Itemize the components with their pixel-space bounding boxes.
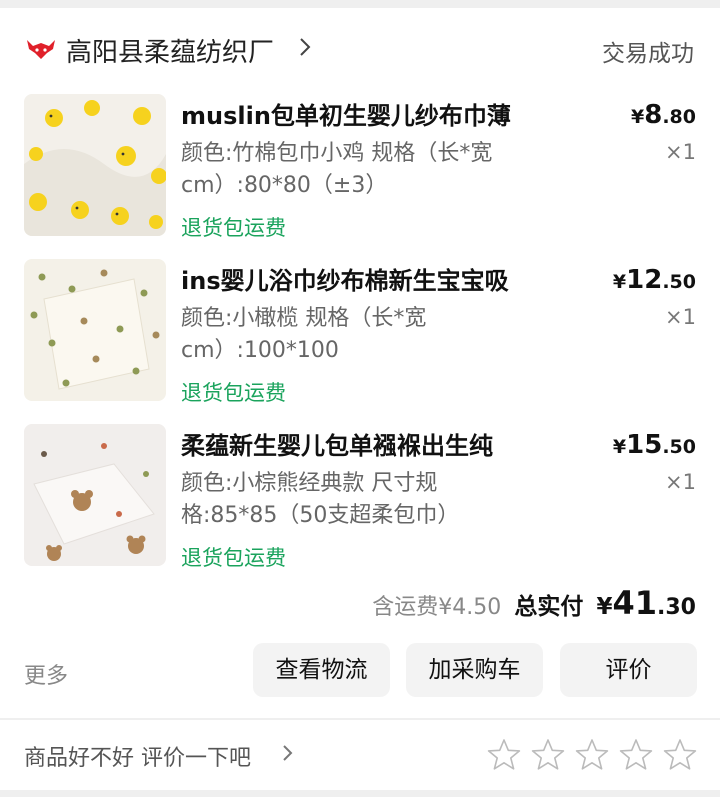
product-title[interactable]: 柔蕴新生婴儿包单襁褓出生纯 <box>181 426 551 461</box>
product-price: ¥8.80 <box>631 100 696 130</box>
product-title[interactable]: ins婴儿浴巾纱布棉新生宝宝吸 <box>181 261 551 296</box>
price-decimal: .50 <box>662 271 696 293</box>
return-shipping-tag: 退货包运费 <box>181 546 286 570</box>
product-spec: 颜色:小橄榄 规格（长*宽cm）:100*100 <box>181 306 427 363</box>
product-price: ¥12.50 <box>613 265 696 295</box>
star-icon[interactable] <box>619 738 653 772</box>
chevron-right-icon[interactable] <box>297 36 313 58</box>
product-quantity: ×1 <box>665 305 696 329</box>
price-integer: 8 <box>644 100 663 130</box>
order-item[interactable]: 柔蕴新生婴儿包单襁褓出生纯 颜色:小棕熊经典款 尺寸规格:85*85（50支超柔… <box>0 424 720 584</box>
price-integer: 15 <box>626 430 663 460</box>
star-icon[interactable] <box>531 738 565 772</box>
shop-name[interactable]: 高阳县柔蕴纺织厂 <box>66 32 274 69</box>
total-decimal: .30 <box>657 595 696 620</box>
more-button[interactable]: 更多 <box>24 658 68 690</box>
order-card: 高阳县柔蕴纺织厂 交易成功 muslin包单初生婴儿纱布巾薄 颜色:竹棉包巾小鸡… <box>0 8 720 718</box>
star-icon[interactable] <box>575 738 609 772</box>
add-to-cart-button[interactable]: 加采购车 <box>406 643 543 697</box>
product-price: ¥15.50 <box>613 430 696 460</box>
total-currency: ¥ <box>596 594 613 620</box>
price-decimal: .80 <box>662 106 696 128</box>
product-thumbnail[interactable] <box>24 259 166 401</box>
brown-bear-pattern-image <box>24 424 166 566</box>
shop-logo-icon <box>27 40 55 59</box>
review-button[interactable]: 评价 <box>560 643 697 697</box>
view-logistics-button[interactable]: 查看物流 <box>253 643 390 697</box>
order-header: 高阳县柔蕴纺织厂 交易成功 <box>0 8 720 92</box>
price-currency: ¥ <box>631 106 645 128</box>
product-quantity: ×1 <box>665 140 696 164</box>
price-currency: ¥ <box>612 436 627 458</box>
product-spec: 颜色:竹棉包巾小鸡 规格（长*宽cm）:80*80（±3） <box>181 141 493 198</box>
product-quantity: ×1 <box>665 470 696 494</box>
review-prompt-card: 商品好不好 评价一下吧 <box>0 720 720 790</box>
return-shipping-tag: 退货包运费 <box>181 216 286 240</box>
product-thumbnail[interactable] <box>24 94 166 236</box>
product-spec: 颜色:小棕熊经典款 尺寸规格:85*85（50支超柔包巾） <box>181 471 460 528</box>
price-currency: ¥ <box>612 271 627 293</box>
yellow-chick-pattern-image <box>24 94 166 236</box>
star-icon[interactable] <box>487 738 521 772</box>
order-item[interactable]: muslin包单初生婴儿纱布巾薄 颜色:竹棉包巾小鸡 规格（长*宽cm）:80*… <box>0 94 720 254</box>
product-thumbnail[interactable] <box>24 424 166 566</box>
star-icon[interactable] <box>663 738 697 772</box>
return-shipping-tag: 退货包运费 <box>181 381 286 405</box>
shipping-fee: 含运费¥4.50 <box>372 595 502 620</box>
order-item[interactable]: ins婴儿浴巾纱布棉新生宝宝吸 颜色:小橄榄 规格（长*宽cm）:100*100… <box>0 259 720 419</box>
price-integer: 12 <box>626 265 663 295</box>
product-title[interactable]: muslin包单初生婴儿纱布巾薄 <box>181 96 551 131</box>
star-rating[interactable] <box>487 738 707 774</box>
order-summary: 含运费¥4.50 总实付 ¥41.30 <box>372 584 696 622</box>
review-prompt-text[interactable]: 商品好不好 评价一下吧 <box>24 740 251 772</box>
olive-dot-pattern-image <box>24 259 166 401</box>
chevron-right-icon[interactable] <box>281 743 295 763</box>
order-status: 交易成功 <box>602 41 694 67</box>
total-integer: 41 <box>612 584 658 622</box>
price-decimal: .50 <box>662 436 696 458</box>
total-label: 总实付 <box>514 594 584 620</box>
